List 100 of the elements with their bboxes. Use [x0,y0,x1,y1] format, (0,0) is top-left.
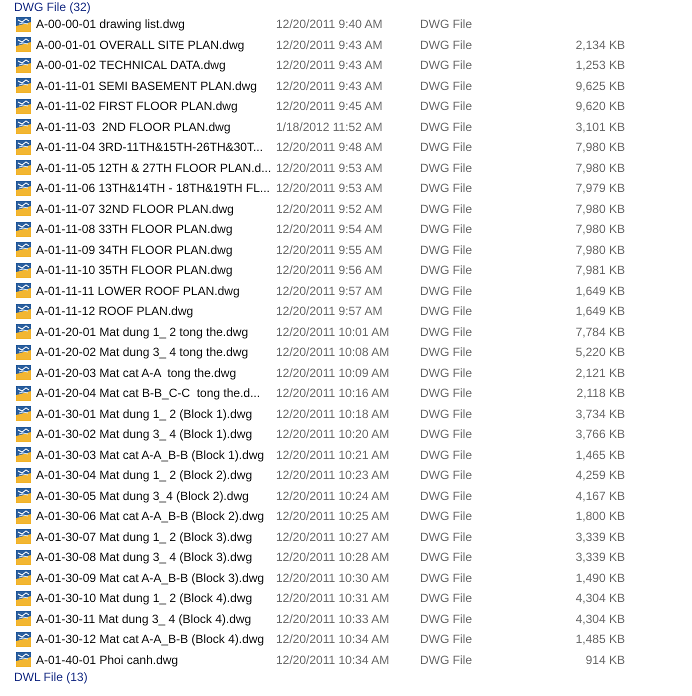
file-type: DWG File [420,652,473,667]
file-name[interactable]: A-01-30-08 Mat dung 3_ 4 (Block 3).dwg [36,550,276,564]
file-name[interactable]: A-01-11-04 3RD-11TH&15TH-26TH&30T... [36,140,276,154]
file-name[interactable]: A-01-11-02 FIRST FLOOR PLAN.dwg [36,99,276,114]
dwg-file-icon [16,119,31,134]
dwg-file-icon [16,488,31,504]
dwg-file-icon [16,344,31,360]
file-size: 7,979 KB [576,181,625,196]
file-name[interactable]: A-01-30-12 Mat cat A-A_B-B (Block 4).dwg [36,632,276,646]
file-size: 1,485 KB [576,632,625,646]
file-name[interactable]: A-01-30-02 Mat dung 3_ 4 (Block 1).dwg [36,427,276,442]
date-modified: 12/20/2011 10:09 AM [276,366,390,380]
date-modified: 12/20/2011 10:28 AM [276,550,390,564]
file-name[interactable]: A-01-11-09 34TH FLOOR PLAN.dwg [36,242,276,257]
file-name[interactable]: A-01-20-02 Mat dung 3_ 4 tong the.dwg [36,345,276,360]
file-type: DWG File [420,304,473,318]
date-modified: 12/20/2011 9:43 AM [276,38,384,52]
file-size: 2,134 KB [576,38,625,52]
file-size: 4,304 KB [576,612,625,626]
file-name[interactable]: A-01-11-08 33TH FLOOR PLAN.dwg [36,222,276,236]
file-name[interactable]: A-01-11-06 13TH&14TH - 18TH&19TH FL... [36,181,276,196]
file-name[interactable]: A-01-20-04 Mat cat B-B_C-C tong the.d... [36,386,276,400]
dwg-file-icon [16,98,31,114]
file-name[interactable]: A-01-11-10 35TH FLOOR PLAN.dwg [36,263,276,278]
file-size: 9,625 KB [576,78,625,93]
file-name[interactable]: A-01-11-07 32ND FLOOR PLAN.dwg [36,202,276,216]
date-modified: 12/20/2011 9:43 AM [276,58,384,72]
file-type: DWG File [420,570,473,585]
date-modified: 12/20/2011 9:54 AM [276,222,384,236]
file-size: 7,980 KB [576,202,625,216]
date-modified: 12/20/2011 9:52 AM [276,202,384,216]
date-modified: 12/20/2011 9:57 AM [276,304,384,318]
file-size: 1,465 KB [576,448,625,462]
file-size: 7,981 KB [576,263,625,278]
file-type: DWG File [420,263,473,278]
dwg-file-icon [16,508,31,524]
file-size: 4,304 KB [576,591,625,606]
file-name[interactable]: A-01-11-05 12TH & 27TH FLOOR PLAN.d... [36,160,276,175]
dwg-file-icon [16,160,31,176]
file-name[interactable]: A-00-00-01 drawing list.dwg [36,17,276,32]
dwg-file-icon [16,365,31,380]
dwg-file-icon [16,58,31,73]
file-type: DWG File [420,99,473,114]
file-size: 3,339 KB [576,530,625,544]
file-size: 3,101 KB [576,120,625,134]
file-size: 7,784 KB [576,324,625,339]
file-name[interactable]: A-01-30-11 Mat dung 3_ 4 (Block 4).dwg [36,612,276,626]
date-modified: 12/20/2011 10:01 AM [276,324,390,339]
file-name[interactable]: A-01-20-01 Mat dung 1_ 2 tong the.dwg [36,324,276,339]
file-name[interactable]: A-01-11-12 ROOF PLAN.dwg [36,304,276,318]
file-name[interactable]: A-01-11-03 2ND FLOOR PLAN.dwg [36,120,276,134]
date-modified: 12/20/2011 10:16 AM [276,386,390,400]
file-name[interactable]: A-01-30-05 Mat dung 3_4 (Block 2).dwg [36,488,276,503]
file-name[interactable]: A-01-11-11 LOWER ROOF PLAN.dwg [36,284,276,298]
file-type: DWG File [420,345,473,360]
dwg-file-icon [16,447,31,462]
file-name[interactable]: A-01-30-03 Mat cat A-A_B-B (Block 1).dwg [36,448,276,462]
date-modified: 12/20/2011 9:56 AM [276,263,384,278]
dwg-file-icon [16,78,31,94]
file-type: DWG File [420,181,473,196]
file-name[interactable]: A-01-30-07 Mat dung 1_ 2 (Block 3).dwg [36,530,276,544]
file-type: DWG File [420,468,473,482]
group-header[interactable]: DWL File (13) [0,670,692,684]
file-type: DWG File [420,17,473,32]
dwg-file-icon [16,16,31,32]
file-type: DWG File [420,509,473,524]
date-modified: 12/20/2011 9:57 AM [276,284,384,298]
file-type: DWG File [420,140,473,154]
dwg-file-icon [16,652,31,668]
dwg-file-icon [16,529,31,544]
dwg-file-icon [16,590,31,606]
file-name[interactable]: A-01-30-04 Mat dung 1_ 2 (Block 2).dwg [36,468,276,482]
file-name[interactable]: A-01-20-03 Mat cat A-A tong the.dwg [36,366,276,380]
dwg-file-icon [16,386,31,401]
file-type: DWG File [420,120,473,134]
file-name[interactable]: A-01-30-01 Mat dung 1_ 2 (Block 1).dwg [36,406,276,421]
date-modified: 12/20/2011 10:33 AM [276,612,390,626]
file-name[interactable]: A-01-11-01 SEMI BASEMENT PLAN.dwg [36,78,276,93]
file-type: DWG File [420,242,473,257]
file-type: DWG File [420,530,473,544]
dwg-file-icon [16,570,31,586]
file-size: 7,980 KB [576,222,625,236]
file-name[interactable]: A-01-30-10 Mat dung 1_ 2 (Block 4).dwg [36,591,276,606]
file-type: DWG File [420,58,473,72]
date-modified: 12/20/2011 10:18 AM [276,406,390,421]
file-type: DWG File [420,591,473,606]
file-name[interactable]: A-01-30-09 Mat cat A-A_B-B (Block 3).dwg [36,570,276,585]
dwg-file-icon [16,262,31,278]
dwg-file-icon [16,222,31,237]
file-name[interactable]: A-00-01-02 TECHNICAL DATA.dwg [36,58,276,72]
dwg-file-icon [16,406,31,422]
group-header[interactable]: DWG File (32) [0,0,692,14]
file-type: DWG File [420,612,473,626]
file-name[interactable]: A-01-30-06 Mat cat A-A_B-B (Block 2).dwg [36,509,276,524]
date-modified: 12/20/2011 9:40 AM [276,17,384,32]
file-name[interactable]: A-00-01-01 OVERALL SITE PLAN.dwg [36,38,276,52]
file-type: DWG File [420,448,473,462]
file-type: DWG File [420,406,473,421]
dwg-file-icon [16,180,31,196]
file-name[interactable]: A-01-40-01 Phoi canh.dwg [36,652,276,667]
